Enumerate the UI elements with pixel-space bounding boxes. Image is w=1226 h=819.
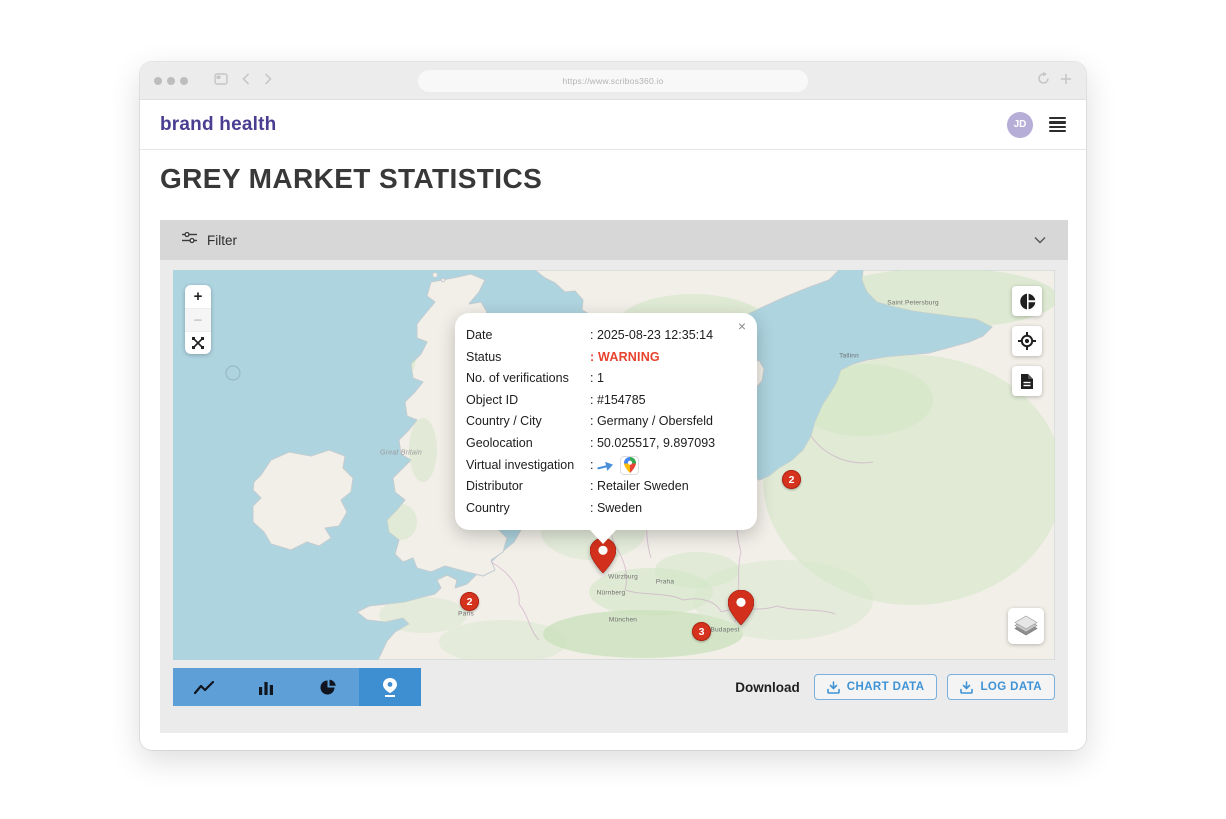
content-panel: Filter bbox=[160, 220, 1068, 733]
fit-bounds-button[interactable] bbox=[185, 331, 211, 354]
zoom-out-button[interactable]: − bbox=[185, 308, 211, 331]
fit-bounds-icon bbox=[191, 336, 205, 350]
status-badge: : WARNING bbox=[590, 347, 743, 369]
virtual-investigation-value: : bbox=[590, 455, 743, 477]
popup-date-value: : 2025-08-23 12:35:14 bbox=[590, 325, 743, 347]
tab-line-chart[interactable] bbox=[173, 668, 235, 706]
download-label: Download bbox=[735, 680, 800, 695]
browser-chrome: https://www.scribos360.io bbox=[140, 62, 1086, 100]
url-text: https://www.scribos360.io bbox=[563, 76, 664, 86]
map-container[interactable]: Great Britain Paris Würzburg Nürnberg Mü… bbox=[173, 270, 1055, 660]
map-place-label: Praha bbox=[656, 579, 674, 586]
avatar-initials: JD bbox=[1014, 119, 1027, 130]
bottom-toolbar: Download CHART DATA LOG DATA bbox=[173, 668, 1055, 706]
bar-chart-icon bbox=[258, 679, 274, 695]
map-place-label: München bbox=[609, 617, 637, 624]
new-tab-icon[interactable] bbox=[1060, 72, 1072, 90]
chart-type-tabs bbox=[173, 668, 421, 706]
zoom-in-button[interactable]: + bbox=[185, 285, 211, 308]
report-button[interactable] bbox=[1012, 366, 1042, 396]
line-chart-icon bbox=[194, 680, 214, 695]
browser-window: https://www.scribos360.io brand health J… bbox=[140, 62, 1086, 750]
close-icon[interactable]: × bbox=[738, 318, 746, 334]
map-place-label: Great Britain bbox=[380, 450, 422, 457]
document-icon bbox=[1020, 373, 1034, 390]
filter-icon bbox=[182, 231, 197, 249]
download-group: Download CHART DATA LOG DATA bbox=[735, 674, 1055, 700]
google-maps-icon[interactable] bbox=[620, 456, 639, 475]
traffic-light-dots bbox=[154, 77, 188, 85]
map-cluster-badge[interactable]: 2 bbox=[782, 470, 801, 489]
forward-icon[interactable] bbox=[264, 72, 272, 90]
target-icon bbox=[1018, 332, 1036, 350]
map-cluster-badge[interactable]: 3 bbox=[692, 622, 711, 641]
filter-label: Filter bbox=[207, 233, 237, 248]
map-place-label: Paris bbox=[458, 611, 474, 618]
chart-data-button[interactable]: CHART DATA bbox=[814, 674, 938, 700]
filter-bar[interactable]: Filter bbox=[160, 220, 1068, 260]
traffic-dot bbox=[180, 77, 188, 85]
layers-button[interactable] bbox=[1008, 608, 1044, 644]
map-cluster-badge[interactable]: 2 bbox=[460, 592, 479, 611]
stats-overlay-button[interactable] bbox=[1012, 286, 1042, 316]
brand-logo[interactable]: brand health bbox=[160, 114, 276, 136]
marker-detail-popup: × Date: 2025-08-23 12:35:14 Status: WARN… bbox=[455, 313, 757, 530]
url-bar[interactable]: https://www.scribos360.io bbox=[418, 70, 808, 92]
map-place-label: Saint Petersburg bbox=[887, 300, 939, 307]
donut-chart-icon bbox=[1019, 293, 1036, 310]
log-data-button[interactable]: LOG DATA bbox=[947, 674, 1055, 700]
tab-map[interactable] bbox=[359, 668, 421, 706]
title-block: GREY MARKET STATISTICS bbox=[140, 150, 1086, 196]
map-place-label: Tallinn bbox=[839, 353, 859, 360]
map-pin-icon bbox=[383, 678, 397, 697]
download-icon bbox=[827, 681, 840, 694]
layers-icon bbox=[1013, 614, 1039, 638]
chevron-down-icon[interactable] bbox=[1034, 231, 1046, 249]
download-icon bbox=[960, 681, 973, 694]
refresh-icon[interactable] bbox=[1037, 72, 1050, 90]
hamburger-menu-icon[interactable] bbox=[1049, 117, 1066, 133]
tab-pie-chart[interactable] bbox=[297, 668, 359, 706]
tab-bar-chart[interactable] bbox=[235, 668, 297, 706]
tab-overview-icon[interactable] bbox=[214, 72, 228, 90]
traffic-dot bbox=[167, 77, 175, 85]
app-header: brand health JD bbox=[140, 100, 1086, 150]
investigate-arrow-icon[interactable] bbox=[596, 457, 616, 474]
avatar[interactable]: JD bbox=[1007, 112, 1033, 138]
pie-chart-icon bbox=[320, 679, 337, 696]
traffic-dot bbox=[154, 77, 162, 85]
map-zoom-control: + − bbox=[185, 285, 211, 354]
map-pin[interactable] bbox=[728, 590, 754, 630]
locate-button[interactable] bbox=[1012, 326, 1042, 356]
page-title: GREY MARKET STATISTICS bbox=[160, 162, 1066, 196]
back-icon[interactable] bbox=[242, 72, 250, 90]
map-place-label: Nürnberg bbox=[597, 590, 626, 597]
